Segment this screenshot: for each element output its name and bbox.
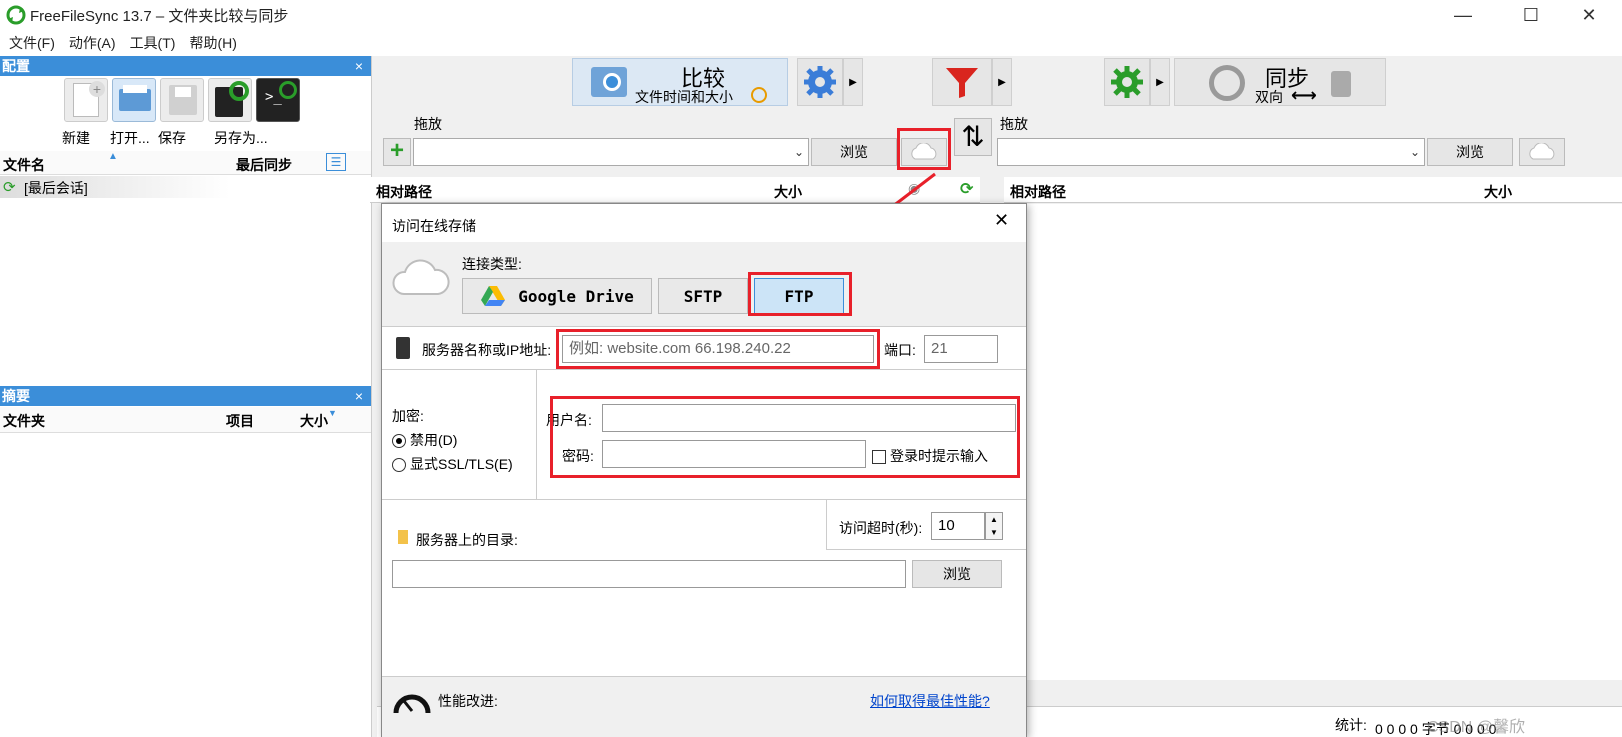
timeout-label: 访问超时(秒): [839, 520, 923, 536]
highlight-box-server [556, 329, 880, 369]
radio-selected-icon [392, 434, 406, 449]
radio-unselected-icon [392, 458, 406, 473]
server-icon [396, 337, 410, 359]
encryption-disabled-label: 禁用(D) [410, 432, 458, 448]
server-dir-label: 服务器上的目录: [416, 532, 518, 548]
server-label: 服务器名称或IP地址: [422, 342, 552, 358]
cloud-icon [392, 259, 450, 295]
highlight-box-ftp [748, 272, 852, 316]
connection-type-label: 连接类型: [462, 256, 522, 272]
dialog-close-button[interactable]: ✕ [994, 210, 1009, 231]
connection-type-section: 连接类型: Google Drive SFTP FTP [382, 242, 1026, 326]
section-divider [536, 370, 537, 500]
directory-section: 访问超时(秒): 10 ▲ ▼ 服务器上的目录: 浏览 [382, 500, 1026, 600]
performance-section: 性能改进: 如何取得最佳性能? [382, 676, 1026, 737]
auth-section: 加密: 禁用(D) 显式SSL/TLS(E) 用户名: 密码: 登录时提示输入 [382, 370, 1026, 500]
online-storage-dialog: 访问在线存储 ✕ 连接类型: Google Drive SFTP FTP 服务器… [381, 203, 1027, 737]
port-input[interactable]: 21 [924, 335, 998, 363]
server-dir-browse-button[interactable]: 浏览 [912, 560, 1002, 588]
performance-help-link[interactable]: 如何取得最佳性能? [870, 691, 990, 711]
folder-icon [398, 530, 408, 544]
encryption-explicit-radio[interactable]: 显式SSL/TLS(E) [392, 454, 513, 474]
server-section: 服务器名称或IP地址: 例如: website.com 66.198.240.2… [382, 326, 1026, 370]
google-drive-button[interactable]: Google Drive [462, 278, 652, 314]
encryption-explicit-label: 显式SSL/TLS(E) [410, 456, 513, 472]
sftp-button[interactable]: SFTP [658, 278, 748, 314]
google-drive-label: Google Drive [518, 286, 634, 306]
performance-label: 性能改进: [438, 693, 498, 709]
port-label: 端口: [884, 342, 916, 358]
timeout-section: 访问超时(秒): 10 ▲ ▼ [826, 500, 1026, 550]
server-dir-input[interactable] [392, 560, 906, 588]
encryption-disabled-radio[interactable]: 禁用(D) [392, 430, 457, 450]
highlight-box-credentials [550, 396, 1020, 478]
timeout-spinner[interactable]: ▲ ▼ [985, 512, 1003, 540]
encryption-label: 加密: [392, 408, 424, 424]
speedometer-icon [393, 694, 431, 714]
timeout-input[interactable]: 10 [931, 512, 985, 540]
google-drive-icon [481, 286, 506, 306]
dialog-title: 访问在线存储 [392, 218, 476, 234]
